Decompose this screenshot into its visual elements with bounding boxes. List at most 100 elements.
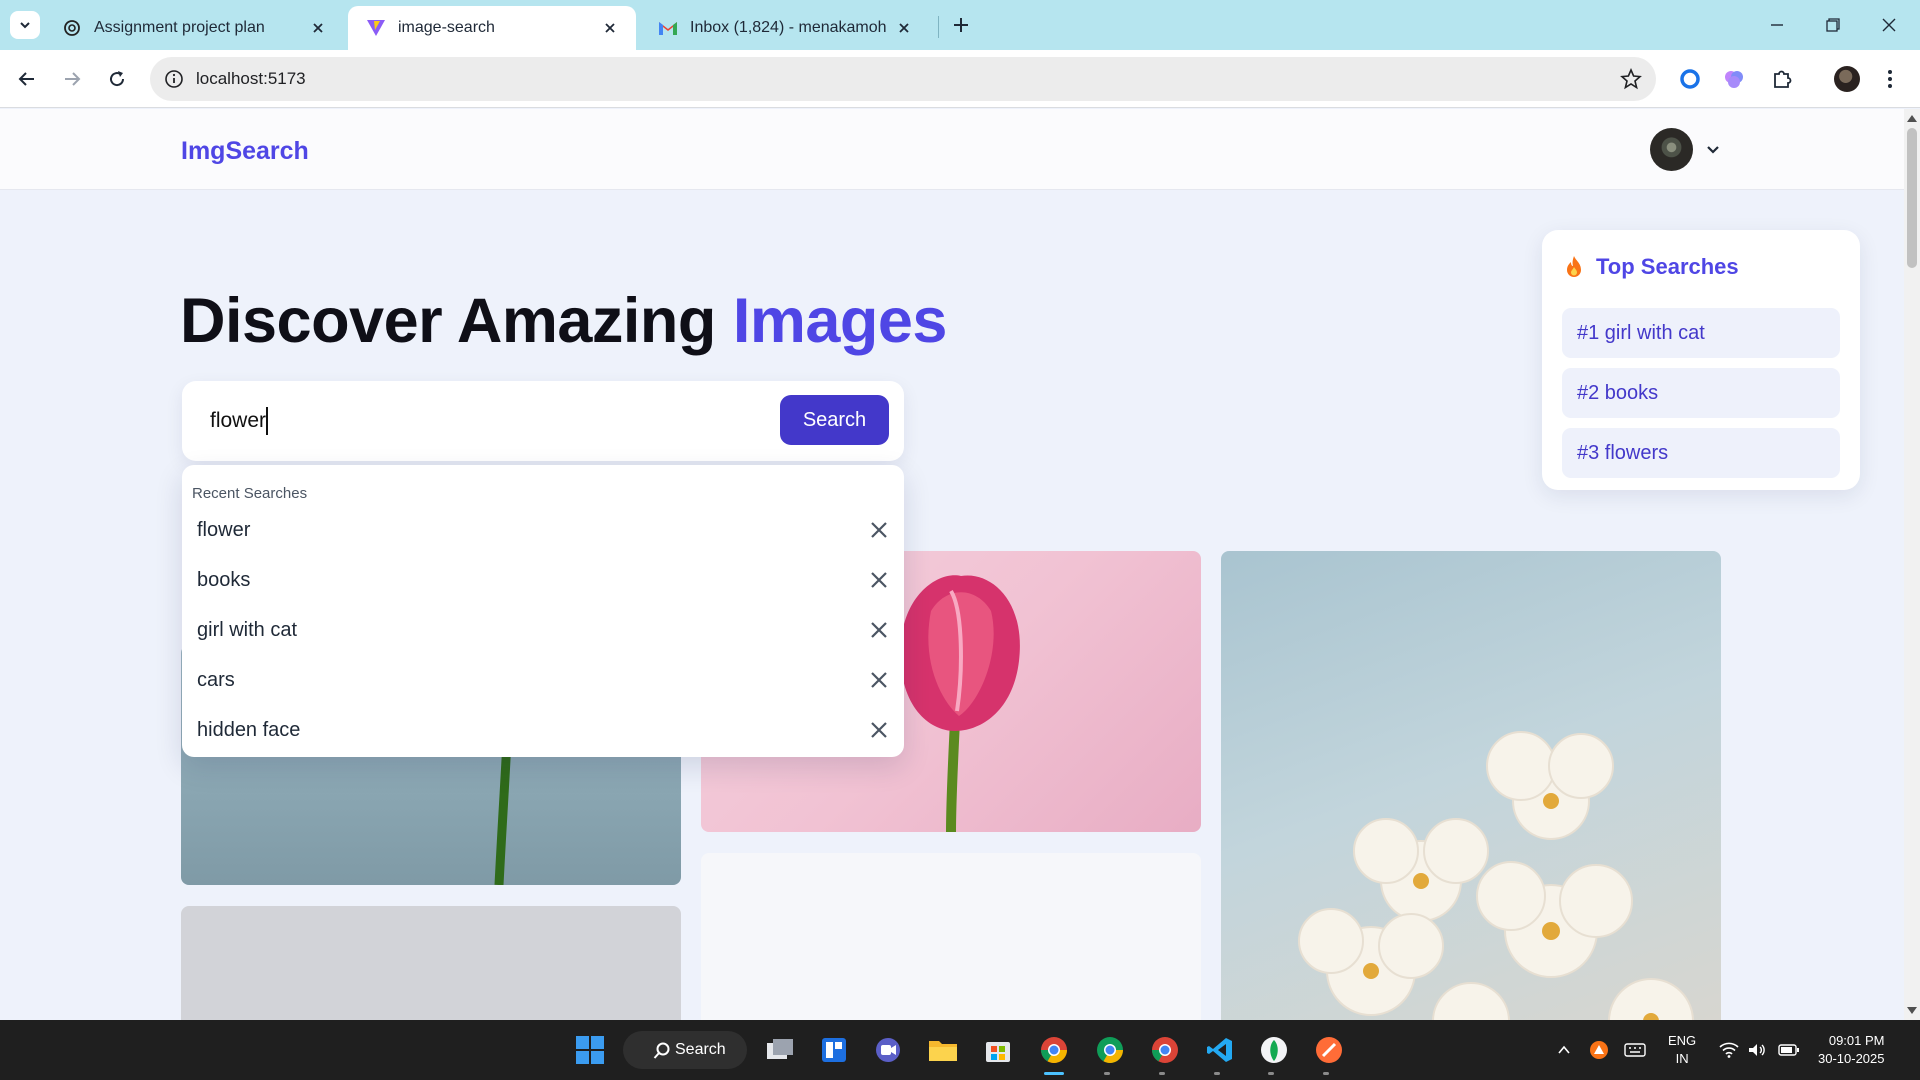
chatgpt-icon: [62, 18, 82, 38]
search-button[interactable]: Search: [780, 395, 889, 445]
extension-circle-icon[interactable]: [1676, 65, 1704, 93]
top-searches-title: Top Searches: [1596, 254, 1739, 279]
battery-icon[interactable]: [1776, 1032, 1802, 1068]
close-icon[interactable]: [308, 18, 328, 38]
tab-gmail[interactable]: Inbox (1,824) - menakamohan2: [640, 6, 930, 50]
tab-image-search[interactable]: image-search: [348, 6, 636, 50]
top-search-item[interactable]: #1 girl with cat: [1562, 308, 1840, 358]
recent-search-item[interactable]: books: [182, 555, 904, 605]
search-input[interactable]: [202, 395, 732, 447]
site-logo[interactable]: ImgSearch: [181, 137, 309, 166]
running-app-indicator: [1214, 1072, 1220, 1075]
tab-search-menu-button[interactable]: [10, 11, 40, 39]
result-image-blossom[interactable]: [1221, 551, 1721, 1020]
profile-avatar[interactable]: [1834, 66, 1860, 92]
search-icon: [653, 1042, 670, 1059]
minimize-icon: [1771, 24, 1783, 26]
recent-search-item[interactable]: cars: [182, 655, 904, 705]
top-search-item[interactable]: #3 flowers: [1562, 428, 1840, 478]
teams-meet-icon[interactable]: [870, 1032, 906, 1068]
back-button[interactable]: [10, 62, 44, 96]
info-icon[interactable]: [164, 69, 184, 89]
top-search-item[interactable]: #2 books: [1562, 368, 1840, 418]
tray-app-icon[interactable]: [1586, 1032, 1612, 1068]
vscode-icon[interactable]: [1202, 1032, 1238, 1068]
more-menu-button[interactable]: [1880, 64, 1900, 94]
taskbar-search[interactable]: Search: [623, 1031, 747, 1069]
reload-button[interactable]: [100, 62, 134, 96]
user-avatar[interactable]: [1650, 128, 1693, 171]
scroll-down-icon[interactable]: [1906, 1006, 1918, 1016]
chrome-profile-icon[interactable]: [1147, 1032, 1183, 1068]
recent-search-label[interactable]: cars: [197, 669, 235, 692]
active-app-indicator: [1044, 1072, 1064, 1075]
wifi-icon[interactable]: [1716, 1032, 1742, 1068]
url-text[interactable]: localhost:5173: [196, 69, 306, 89]
site-header: ImgSearch: [0, 109, 1904, 190]
close-icon[interactable]: [600, 18, 620, 38]
running-app-indicator: [1104, 1072, 1110, 1075]
widgets-icon[interactable]: [816, 1032, 852, 1068]
chrome-icon[interactable]: [1036, 1032, 1072, 1068]
forward-button[interactable]: [55, 62, 89, 96]
recent-search-label[interactable]: hidden face: [197, 719, 300, 742]
system-clock[interactable]: 09:01 PM 30-10-2025: [1818, 1032, 1885, 1068]
extensions-puzzle-icon[interactable]: [1768, 65, 1796, 93]
windows-taskbar: Search ENG IN 09:01 PM 30-10-2025: [0, 1020, 1920, 1080]
close-icon[interactable]: [868, 569, 890, 591]
close-icon[interactable]: [868, 619, 890, 641]
text-cursor: [266, 407, 268, 435]
chevron-down-icon: [20, 22, 30, 29]
task-view-icon[interactable]: [762, 1032, 798, 1068]
plus-icon: [954, 18, 968, 32]
language-code: ENG: [1668, 1033, 1697, 1048]
new-tab-button[interactable]: [948, 12, 974, 38]
recent-search-label[interactable]: girl with cat: [197, 619, 297, 642]
clock-date: 30-10-2025: [1818, 1051, 1885, 1066]
chevron-up-icon[interactable]: [1552, 1032, 1576, 1068]
file-explorer-icon[interactable]: [925, 1032, 961, 1068]
volume-icon[interactable]: [1744, 1032, 1770, 1068]
recent-search-item[interactable]: flower: [182, 505, 904, 555]
restore-button[interactable]: [1818, 10, 1848, 40]
fire-icon: [1567, 256, 1581, 277]
microsoft-store-icon[interactable]: [980, 1032, 1016, 1068]
close-icon[interactable]: [868, 669, 890, 691]
keyboard-icon[interactable]: [1620, 1032, 1650, 1068]
close-icon[interactable]: [868, 519, 890, 541]
windows-start-icon[interactable]: [572, 1032, 608, 1068]
gmail-icon: [658, 18, 678, 38]
minimize-button[interactable]: [1762, 10, 1792, 40]
close-icon[interactable]: [868, 719, 890, 741]
restore-icon: [1826, 18, 1840, 32]
close-window-button[interactable]: [1874, 10, 1904, 40]
result-image-placeholder[interactable]: [181, 906, 681, 1020]
address-bar[interactable]: localhost:5173: [150, 57, 1656, 101]
arrow-right-icon: [65, 72, 81, 86]
recent-search-item[interactable]: hidden face: [182, 705, 904, 755]
bookmark-star-icon[interactable]: [1620, 68, 1642, 90]
chevron-down-icon[interactable]: [1703, 139, 1723, 159]
running-app-indicator: [1268, 1072, 1274, 1075]
chrome-profile-icon[interactable]: [1092, 1032, 1128, 1068]
result-image-white[interactable]: [701, 853, 1201, 1020]
extension-brain-icon[interactable]: [1720, 65, 1748, 93]
recent-search-label[interactable]: books: [197, 569, 250, 592]
recent-search-item[interactable]: girl with cat: [182, 605, 904, 655]
clock-time: 09:01 PM: [1828, 1033, 1885, 1048]
reload-icon: [110, 71, 125, 87]
hero-title-main: Discover Amazing: [180, 286, 733, 356]
page-viewport: ImgSearch Discover Amazing Images flower…: [0, 109, 1904, 1020]
taskbar-search-label: Search: [675, 1041, 726, 1058]
browser-toolbar: localhost:5173: [0, 50, 1920, 108]
scrollbar-thumb[interactable]: [1907, 128, 1917, 268]
arrow-left-icon: [18, 72, 34, 86]
input-language-indicator[interactable]: ENG IN: [1668, 1032, 1696, 1068]
recent-search-label[interactable]: flower: [197, 519, 250, 542]
scroll-up-icon[interactable]: [1906, 113, 1918, 123]
mongodb-compass-icon[interactable]: [1256, 1032, 1292, 1068]
tab-assignment[interactable]: Assignment project plan: [44, 6, 344, 50]
running-app-indicator: [1323, 1072, 1329, 1075]
postman-icon[interactable]: [1311, 1032, 1347, 1068]
close-icon[interactable]: [894, 18, 914, 38]
